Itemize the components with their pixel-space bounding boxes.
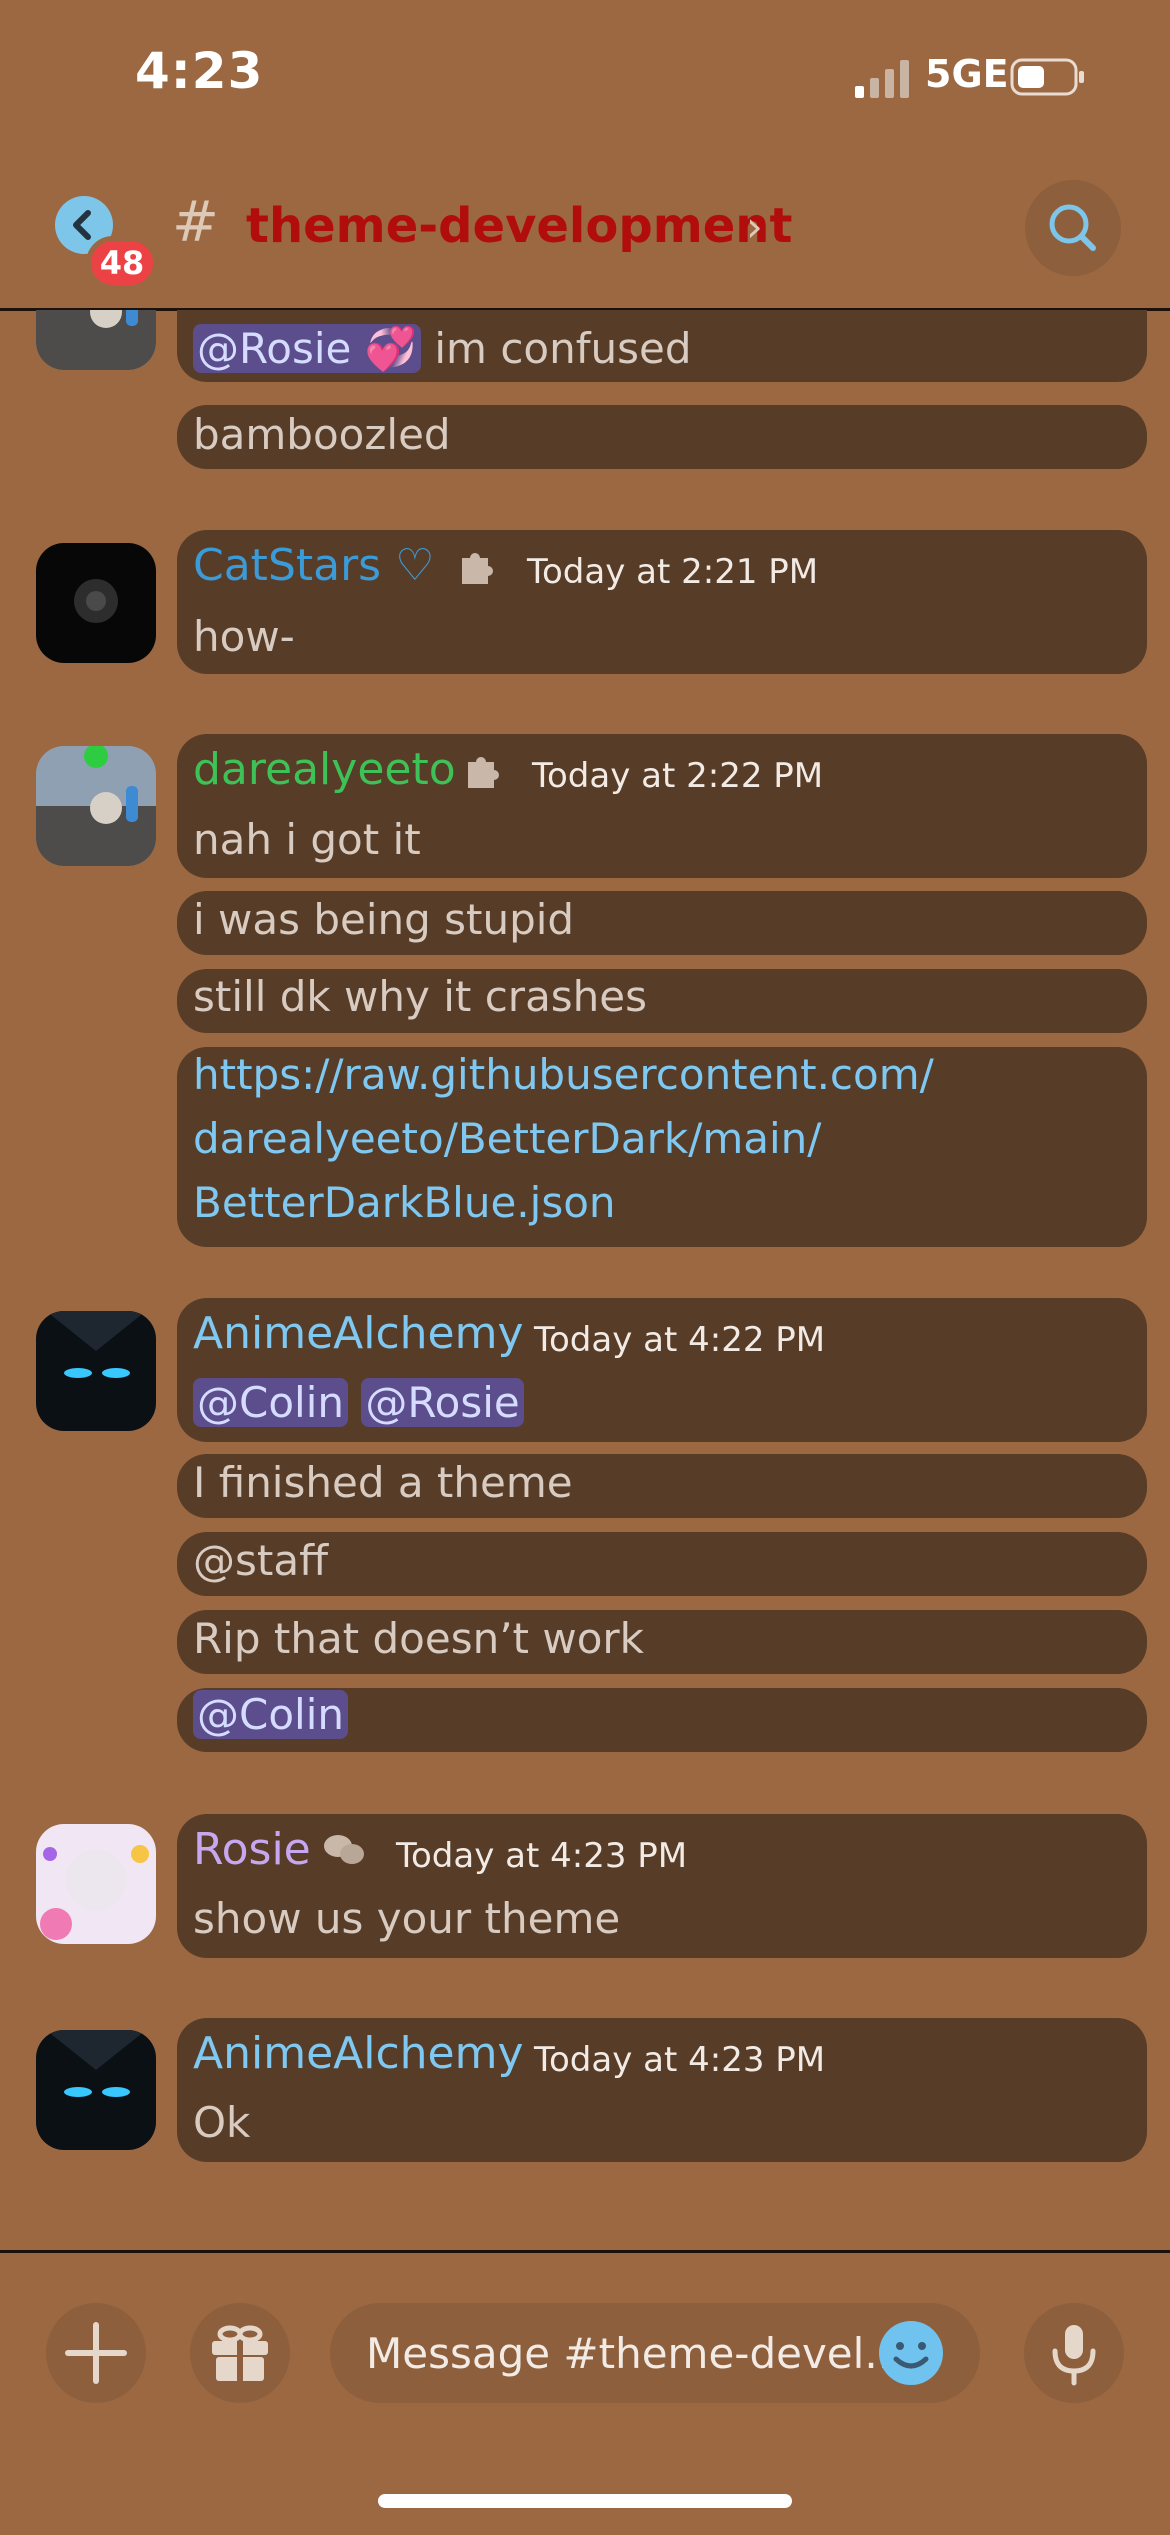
microphone-icon	[1052, 2325, 1096, 2386]
author-name[interactable]: CatStars ♡	[193, 540, 435, 591]
message-text-part: im confused	[434, 324, 692, 373]
message-input-placeholder: Message #theme-devel...	[366, 2329, 905, 2378]
battery-icon	[1010, 58, 1084, 96]
home-indicator[interactable]	[378, 2494, 792, 2508]
message-text: @Colin @Rosie	[193, 1378, 524, 1427]
user-mention[interactable]: @Rosie 💞	[193, 324, 422, 373]
plus-icon	[65, 2322, 127, 2384]
message-text: I finished a theme	[193, 1458, 573, 1507]
message-text: bamboozled	[193, 410, 451, 459]
attach-button[interactable]	[46, 2303, 146, 2403]
avatar[interactable]	[36, 1824, 156, 1944]
chevron-right-icon[interactable]: ›	[746, 202, 763, 251]
message-link[interactable]: https://raw.githubusercontent.com/	[193, 1050, 934, 1099]
avatar[interactable]	[36, 746, 156, 866]
puzzle-icon	[462, 553, 493, 584]
search-button[interactable]	[1025, 180, 1121, 276]
chat-bubbles-icon	[324, 1835, 364, 1864]
author-name[interactable]: AnimeAlchemy	[193, 2028, 524, 2079]
message-timestamp: Today at 4:22 PM	[534, 1320, 826, 1360]
gift-button[interactable]	[190, 2303, 290, 2403]
author-name[interactable]: Rosie	[193, 1824, 311, 1875]
network-label: 5GE	[925, 52, 1009, 96]
message-text: Ok	[193, 2098, 251, 2147]
avatar[interactable]	[36, 543, 156, 663]
status-bar: 4:23 5GE	[0, 0, 1170, 150]
message-composer: Message #theme-devel...	[0, 2250, 1170, 2535]
message-text: still dk why it crashes	[193, 972, 648, 1021]
channel-header: 48 # theme-development ›	[0, 150, 1170, 311]
message-timestamp: Today at 4:23 PM	[396, 1836, 688, 1876]
user-mention[interactable]: @Colin	[193, 1690, 348, 1739]
avatar[interactable]	[36, 2030, 156, 2150]
channel-hash-icon: #	[172, 190, 219, 255]
emoji-icon[interactable]	[875, 2317, 947, 2389]
message-text: nah i got it	[193, 815, 421, 864]
user-mention[interactable]: @Rosie	[361, 1378, 524, 1427]
message-text: Rip that doesn’t work	[193, 1614, 645, 1663]
message-text: @Rosie 💞 im confused	[193, 324, 692, 374]
message-list[interactable]: @Rosie 💞 im confused bamboozled CatStars…	[0, 310, 1170, 2250]
message-text: @staff	[193, 1536, 329, 1585]
signal-icon	[855, 60, 909, 98]
avatar[interactable]	[36, 1311, 156, 1431]
user-mention[interactable]: @Colin	[193, 1378, 348, 1427]
message-timestamp: Today at 2:21 PM	[527, 552, 819, 592]
message-link[interactable]: BetterDarkBlue.json	[193, 1178, 616, 1227]
message-link[interactable]: darealyeeto/BetterDark/main/	[193, 1114, 821, 1163]
unread-badge: 48	[86, 236, 158, 290]
status-time: 4:23	[135, 42, 264, 100]
message-text: how-	[193, 612, 295, 661]
channel-name[interactable]: theme-development	[246, 198, 792, 254]
author-name[interactable]: darealyeeto	[193, 744, 456, 795]
message-text: @Colin	[193, 1690, 348, 1739]
message-input[interactable]: Message #theme-devel...	[330, 2303, 980, 2403]
message-timestamp: Today at 4:23 PM	[534, 2040, 826, 2080]
message-text: i was being stupid	[193, 895, 575, 944]
search-icon	[1049, 204, 1096, 251]
message-text: show us your theme	[193, 1894, 621, 1943]
author-name[interactable]: AnimeAlchemy	[193, 1308, 524, 1359]
message-timestamp: Today at 2:22 PM	[532, 756, 824, 796]
gift-icon	[212, 2325, 268, 2381]
avatar[interactable]	[36, 310, 156, 370]
puzzle-icon	[468, 757, 499, 788]
voice-button[interactable]	[1024, 2303, 1124, 2403]
